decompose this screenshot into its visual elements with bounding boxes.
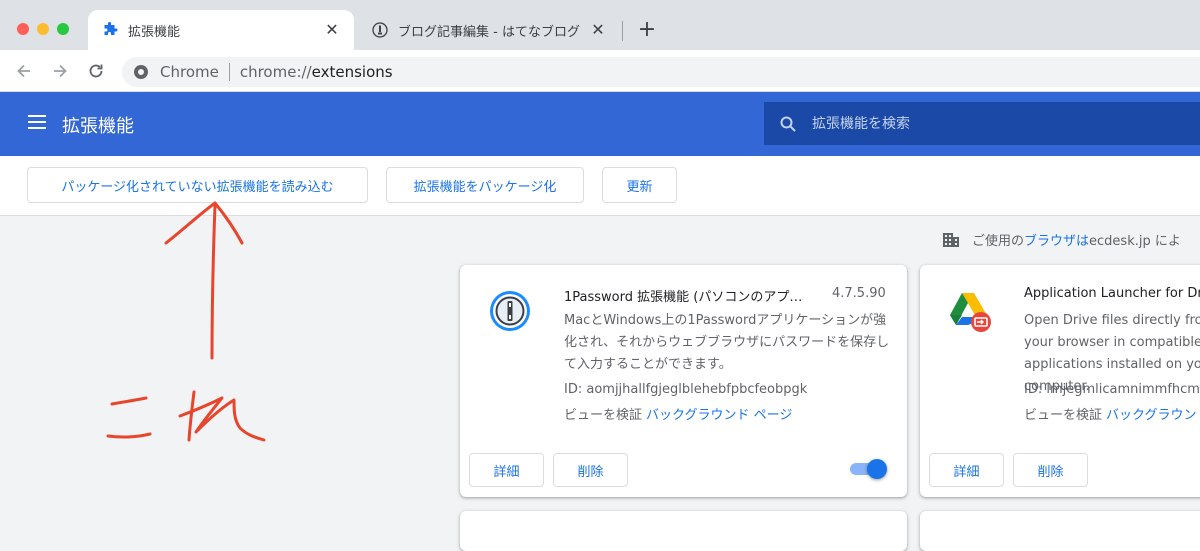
site-chip: Chrome: [160, 63, 219, 81]
background-page-link[interactable]: バックグラウンド ページ: [646, 408, 792, 423]
update-button[interactable]: 更新: [602, 167, 677, 203]
close-tab-icon[interactable]: ✕: [590, 22, 606, 38]
forward-arrow-icon[interactable]: [50, 61, 70, 81]
tab-separator: [622, 21, 623, 41]
managed-prefix: ご使用の: [972, 234, 1025, 249]
menu-icon[interactable]: [28, 115, 46, 129]
details-button[interactable]: 詳細: [929, 453, 1004, 487]
puzzle-icon: [104, 22, 118, 35]
managed-suffix: ecdesk.jp によ: [1089, 234, 1181, 249]
toggle-knob: [867, 459, 887, 479]
tab-hatena-blog[interactable]: ブログ記事編集 - はてなブログ ✕: [358, 10, 620, 50]
search-box[interactable]: [764, 102, 1200, 145]
minimize-window-button[interactable]: [37, 23, 49, 35]
new-tab-button[interactable]: +: [636, 19, 658, 42]
background-page-link[interactable]: バックグラウンド ページ: [1106, 408, 1200, 423]
address-bar[interactable]: Chrome chrome:// extensions: [122, 57, 1200, 87]
tab-title: 拡張機能: [128, 24, 181, 40]
tab-title: ブログ記事編集 - はてなブログ: [398, 24, 580, 40]
inspect-label: ビューを検証: [1024, 408, 1103, 423]
extension-card-1password: 1Password 拡張機能 (パソコンのアプ… 4.7.5.90 MacとWi…: [460, 265, 907, 497]
inspect-views: ビューを検証バックグラウンド ページ: [1024, 404, 1200, 423]
chrome-logo-icon: [134, 65, 148, 79]
developer-toolbar: パッケージ化されていない拡張機能を読み込む 拡張機能をパッケージ化 更新: [0, 156, 1200, 216]
tab-strip: 拡張機能 ✕ ブログ記事編集 - はてなブログ ✕ +: [0, 0, 1200, 50]
search-input[interactable]: [812, 115, 1172, 132]
remove-button[interactable]: 削除: [553, 453, 628, 487]
extension-version: 4.7.5.90: [832, 286, 886, 301]
extension-card-partial: [460, 511, 907, 551]
url-scheme: chrome://: [239, 63, 312, 81]
inspect-label: ビューを検証: [564, 408, 643, 423]
onepassword-icon: [490, 291, 530, 331]
pack-extension-button[interactable]: 拡張機能をパッケージ化: [386, 167, 584, 203]
extension-card-partial: [920, 511, 1200, 551]
page-title: 拡張機能: [62, 116, 134, 137]
managed-browser-notice: ご使用の ブラウザは ecdesk.jp によ: [942, 230, 1200, 249]
extension-card-drive-launcher: Application Launcher for Drive (by Googl…: [920, 265, 1200, 497]
browser-toolbar: Chrome chrome:// extensions: [0, 50, 1200, 92]
extension-description: MacとWindows上の1Passwordアプリケーションが強化され、それから…: [564, 313, 890, 372]
enable-toggle[interactable]: [850, 459, 887, 479]
close-window-button[interactable]: [17, 23, 29, 35]
close-tab-icon[interactable]: ✕: [324, 22, 340, 38]
kore-handwriting: [106, 390, 266, 442]
back-arrow-icon[interactable]: [14, 61, 34, 81]
search-icon: [780, 116, 796, 132]
zoom-window-button[interactable]: [57, 23, 69, 35]
extension-id: ID: aomjjhallfgjeglblehebfpbcfeobpgk: [564, 382, 808, 397]
omnibox-divider: [228, 63, 230, 81]
inspect-views: ビューを検証バックグラウンド ページ: [564, 404, 792, 423]
url-host: extensions: [311, 63, 393, 81]
tab-extensions[interactable]: 拡張機能 ✕: [88, 10, 354, 50]
extension-name: Application Launcher for Drive (by Googl…: [1024, 286, 1200, 301]
extension-id: ID: lmjegmlicamnimmfhcmpkclmigmmcbeh: [1024, 382, 1200, 397]
load-unpacked-button[interactable]: パッケージ化されていない拡張機能を読み込む: [27, 167, 368, 203]
google-drive-icon: [950, 293, 991, 332]
managed-link[interactable]: ブラウザは: [1024, 230, 1089, 249]
up-arrow-annotation: [164, 201, 244, 360]
extensions-header: 拡張機能: [0, 92, 1200, 156]
reload-icon[interactable]: [86, 61, 106, 81]
remove-button[interactable]: 削除: [1013, 453, 1088, 487]
details-button[interactable]: 詳細: [469, 453, 544, 487]
building-icon: [943, 232, 959, 247]
extension-name: 1Password 拡張機能 (パソコンのアプ…: [564, 290, 803, 305]
hatena-icon: [372, 22, 388, 38]
